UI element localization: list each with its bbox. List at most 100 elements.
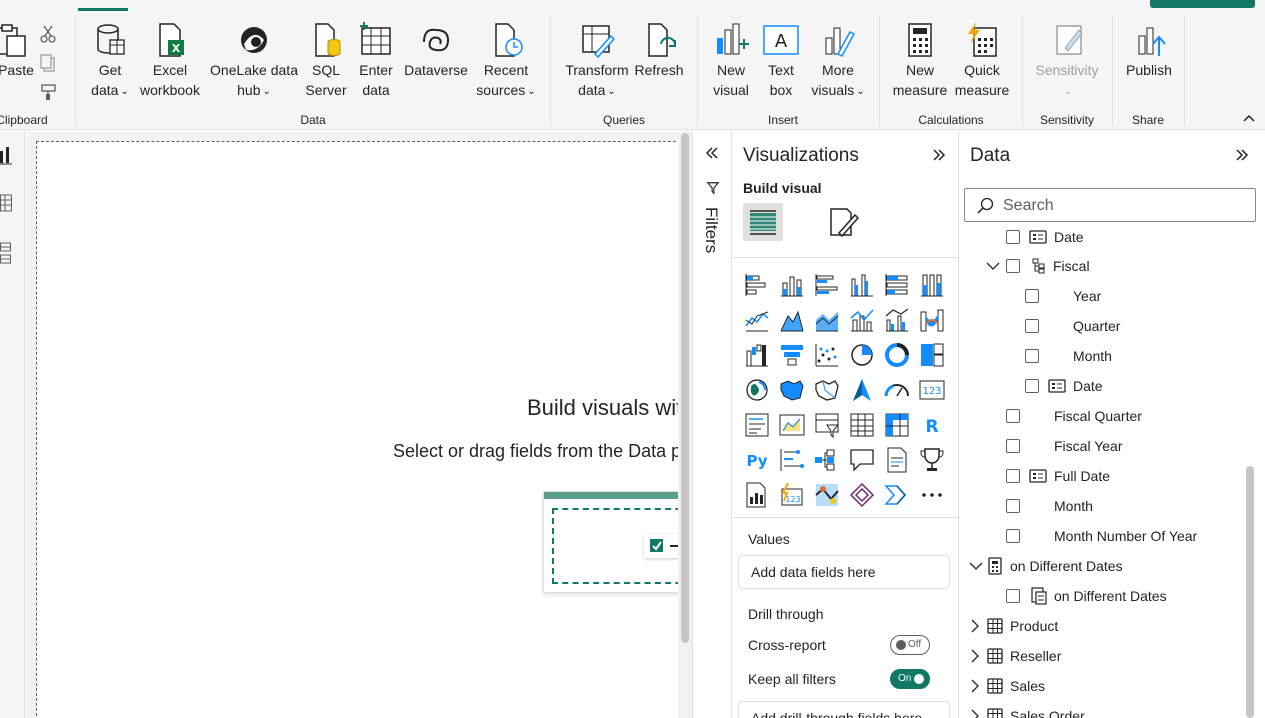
100-stacked-bar-chart-icon[interactable] xyxy=(883,271,911,299)
decomposition-tree-icon[interactable] xyxy=(813,446,841,474)
checkbox[interactable] xyxy=(1006,589,1020,603)
recent-sources-button[interactable]: Recent sources ⌄ xyxy=(474,22,538,102)
canvas-scrollbar[interactable] xyxy=(678,131,692,718)
filters-pane-collapsed[interactable]: Filters xyxy=(692,131,732,718)
gauge-icon[interactable] xyxy=(883,376,911,404)
format-painter-icon[interactable] xyxy=(38,82,58,102)
data-pane-scrollbar-thumb[interactable] xyxy=(1246,466,1254,718)
checkbox[interactable] xyxy=(1025,349,1039,363)
sql-server-button[interactable]: SQL Server xyxy=(304,22,348,100)
filled-map-icon[interactable] xyxy=(778,376,806,404)
slicer-icon[interactable] xyxy=(813,411,841,439)
chevron-right-icon[interactable] xyxy=(970,619,980,633)
key-influencers-icon[interactable] xyxy=(778,446,806,474)
multi-row-card-icon[interactable] xyxy=(743,411,771,439)
shape-map-icon[interactable] xyxy=(813,376,841,404)
quick-measure-button[interactable]: Quick measure xyxy=(950,22,1014,100)
cross-report-toggle[interactable]: Off xyxy=(890,635,930,655)
card-icon[interactable]: 123 xyxy=(918,376,946,404)
checkbox[interactable] xyxy=(1006,499,1020,513)
table-icon[interactable] xyxy=(848,411,876,439)
copy-icon[interactable] xyxy=(38,53,58,73)
stacked-bar-chart-icon[interactable] xyxy=(743,271,771,299)
chevron-down-icon[interactable] xyxy=(969,561,983,571)
new-visual-button[interactable]: New visual xyxy=(708,22,754,100)
narrative-icon[interactable] xyxy=(883,481,911,509)
excel-icon: X xyxy=(159,23,184,57)
data-search-input[interactable]: Search xyxy=(964,188,1256,222)
dataverse-button[interactable]: Dataverse xyxy=(402,22,470,80)
python-visual-icon[interactable]: Py xyxy=(743,446,771,474)
checkbox[interactable] xyxy=(1006,439,1020,453)
power-apps-icon[interactable]: 123 xyxy=(778,481,806,509)
stacked-column-chart-icon[interactable] xyxy=(778,271,806,299)
collapse-data-pane-icon[interactable] xyxy=(1234,147,1250,163)
smart-narrative-icon[interactable] xyxy=(883,446,911,474)
chevron-down-icon[interactable] xyxy=(986,261,1000,271)
format-visual-icon[interactable] xyxy=(825,205,861,239)
treemap-icon[interactable] xyxy=(918,341,946,369)
scatter-chart-icon[interactable] xyxy=(813,341,841,369)
onelake-data-hub-button[interactable]: OneLake data hub ⌄ xyxy=(206,22,302,102)
line-and-clustered-column-icon[interactable] xyxy=(883,306,911,334)
sensitivity-button[interactable]: Sensitivity ⌄ xyxy=(1027,22,1107,102)
clustered-bar-chart-icon[interactable] xyxy=(813,271,841,299)
drill-through-drop-zone[interactable]: Add drill-through fields here xyxy=(738,701,950,718)
build-visual-tab[interactable] xyxy=(743,203,783,241)
map-icon[interactable] xyxy=(743,376,771,404)
chevron-right-icon[interactable] xyxy=(970,649,980,663)
more-options-icon[interactable] xyxy=(918,481,946,509)
azure-map-icon[interactable] xyxy=(848,376,876,404)
checkbox[interactable] xyxy=(1006,259,1020,273)
ribbon-chart-icon[interactable] xyxy=(918,306,946,334)
values-drop-zone[interactable]: Add data fields here xyxy=(738,555,950,589)
transform-data-button[interactable]: Transform data ⌄ xyxy=(561,22,633,102)
waterfall-chart-icon[interactable] xyxy=(743,341,771,369)
matrix-icon[interactable] xyxy=(883,411,911,439)
checkbox[interactable] xyxy=(1025,289,1039,303)
donut-chart-icon[interactable] xyxy=(883,341,911,369)
chevron-right-icon[interactable] xyxy=(970,679,980,693)
checkbox[interactable] xyxy=(1006,469,1020,483)
pie-chart-icon[interactable] xyxy=(848,341,876,369)
collapse-visualizations-icon[interactable] xyxy=(931,147,947,163)
table-view-icon[interactable] xyxy=(0,193,14,213)
checkbox[interactable] xyxy=(1025,319,1039,333)
stacked-area-chart-icon[interactable] xyxy=(813,306,841,334)
chevron-right-icon[interactable] xyxy=(970,709,980,718)
refresh-button[interactable]: Refresh xyxy=(633,22,685,80)
funnel-icon[interactable] xyxy=(778,341,806,369)
area-chart-icon[interactable] xyxy=(778,306,806,334)
kpi-icon[interactable] xyxy=(778,411,806,439)
cut-icon[interactable] xyxy=(38,24,58,44)
paginated-report-icon[interactable] xyxy=(743,481,771,509)
model-view-icon[interactable] xyxy=(0,241,14,265)
checkbox[interactable] xyxy=(1006,230,1020,244)
new-measure-button[interactable]: New measure xyxy=(888,22,952,100)
paste-button[interactable]: Paste xyxy=(0,22,36,80)
100-stacked-column-chart-icon[interactable] xyxy=(918,271,946,299)
report-view-icon[interactable] xyxy=(0,145,14,165)
metrics-icon[interactable] xyxy=(918,446,946,474)
collapse-ribbon-icon[interactable] xyxy=(1242,113,1256,123)
line-chart-icon[interactable] xyxy=(743,306,771,334)
expand-filters-icon[interactable] xyxy=(704,145,720,161)
line-and-stacked-column-icon[interactable] xyxy=(848,306,876,334)
checkbox[interactable] xyxy=(1006,409,1020,423)
checkbox[interactable] xyxy=(1025,379,1039,393)
excel-workbook-button[interactable]: X Excel workbook xyxy=(136,22,204,100)
arcgis-map-icon[interactable] xyxy=(813,481,841,509)
power-automate-icon[interactable] xyxy=(848,481,876,509)
checkbox[interactable] xyxy=(1006,529,1020,543)
r-visual-icon[interactable]: R xyxy=(918,411,946,439)
enter-data-button[interactable]: Enter data xyxy=(352,22,400,100)
clustered-column-chart-icon[interactable] xyxy=(848,271,876,299)
publish-button[interactable]: Publish xyxy=(1121,22,1177,80)
qa-icon[interactable] xyxy=(848,446,876,474)
text-box-button[interactable]: A Text box xyxy=(758,22,804,100)
canvas-scrollbar-thumb[interactable] xyxy=(681,133,689,643)
keep-all-filters-toggle[interactable]: On xyxy=(890,669,930,689)
report-page[interactable] xyxy=(36,141,692,718)
get-data-button[interactable]: Get data ⌄ xyxy=(84,22,136,102)
more-visuals-button[interactable]: More visuals ⌄ xyxy=(806,22,870,102)
